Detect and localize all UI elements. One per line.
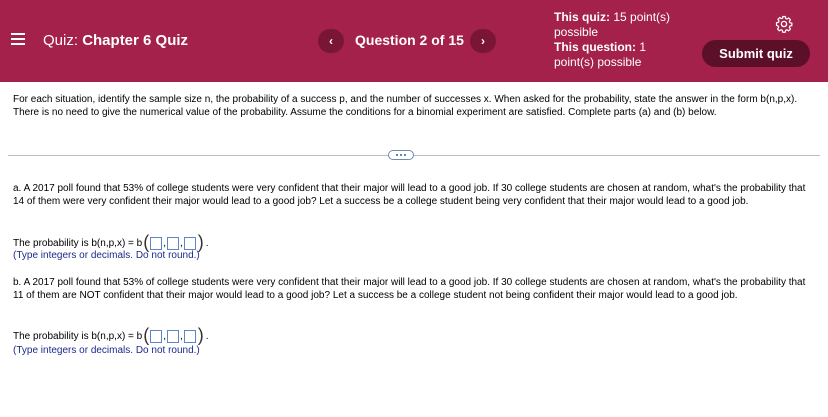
part-a-hint: (Type integers or decimals. Do not round…: [13, 250, 200, 261]
expand-more-button[interactable]: [388, 150, 414, 160]
previous-question-button[interactable]: ‹: [318, 29, 344, 53]
part-b-hint: (Type integers or decimals. Do not round…: [13, 345, 200, 356]
quiz-title-name: Chapter 6 Quiz: [82, 32, 189, 49]
comma: ,: [180, 237, 183, 249]
ellipsis-dot-icon: [396, 154, 398, 156]
open-paren: (: [143, 325, 150, 345]
chevron-right-icon: ›: [481, 34, 485, 48]
part-b-n-input[interactable]: [150, 329, 163, 343]
part-a-p-input[interactable]: [167, 236, 180, 250]
period: .: [205, 237, 209, 249]
question-points-label: This question:: [554, 40, 636, 54]
chevron-left-icon: ‹: [329, 34, 333, 48]
ellipsis-dot-icon: [400, 154, 402, 156]
part-a-x-input[interactable]: [183, 236, 196, 250]
comma: ,: [163, 330, 167, 342]
section-divider: [8, 155, 820, 156]
submit-quiz-button[interactable]: Submit quiz: [702, 40, 810, 67]
close-paren: ): [197, 325, 204, 345]
comma: ,: [180, 330, 183, 342]
part-b-p-input[interactable]: [167, 329, 180, 343]
ellipsis-dot-icon: [404, 154, 406, 156]
part-b-x-input[interactable]: [183, 329, 196, 343]
instructions-text: For each situation, identify the sample …: [13, 94, 798, 118]
period: .: [205, 330, 209, 342]
part-b-question: b. A 2017 poll found that 53% of college…: [13, 277, 806, 301]
part-b-answer-row: The probability is b(n,p,x) = b ( , , ) …: [13, 326, 209, 346]
part-a-question: a. A 2017 poll found that 53% of college…: [13, 183, 806, 207]
part-b-answer-prefix: The probability is b(n,p,x) = b: [13, 330, 143, 342]
question-counter: Question 2 of 15: [355, 32, 464, 48]
hamburger-menu-icon[interactable]: [11, 33, 25, 45]
gear-icon[interactable]: [775, 15, 793, 33]
part-a-answer-prefix: The probability is b(n,p,x) = b: [13, 237, 143, 249]
quiz-title-prefix: Quiz:: [43, 32, 79, 49]
comma: ,: [163, 237, 167, 249]
quiz-title: Quiz: Chapter 6 Quiz: [43, 32, 188, 49]
points-info: This quiz: 15 point(s) possible This que…: [554, 10, 684, 70]
next-question-button[interactable]: ›: [470, 29, 496, 53]
quiz-points-label: This quiz:: [554, 10, 610, 24]
quiz-header: Quiz: Chapter 6 Quiz ‹ Question 2 of 15 …: [0, 0, 828, 82]
part-a-n-input[interactable]: [150, 236, 163, 250]
